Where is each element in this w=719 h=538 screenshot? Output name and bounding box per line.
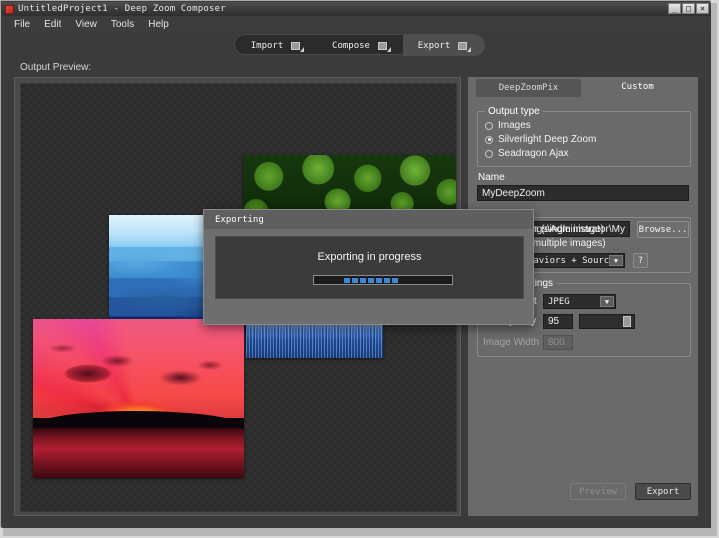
mode-toolbar: Import Compose Export — [2, 32, 711, 58]
tab-custom[interactable]: Custom — [585, 77, 690, 97]
quality-slider-thumb[interactable] — [623, 316, 631, 327]
image-width-input: 800 — [543, 335, 573, 350]
progress-block — [384, 278, 390, 283]
radio-silverlight-deep-zoom-indicator — [485, 135, 493, 144]
output-type-group: Output type Images Silverlight Deep Zoom… — [477, 106, 691, 167]
mode-import[interactable]: Import — [235, 35, 319, 56]
progress-block — [344, 278, 350, 283]
maximize-button[interactable]: □ — [682, 3, 695, 14]
application-window: UntitledProject1 - Deep Zoom Composer _ … — [0, 0, 719, 538]
menu-bar: File Edit View Tools Help — [2, 16, 711, 32]
name-input[interactable]: MyDeepZoom — [477, 185, 689, 201]
format-combo-value: JPEG — [548, 296, 570, 307]
radio-images-label: Images — [498, 120, 531, 131]
exporting-dialog-title: Exporting — [204, 210, 533, 229]
minimize-button[interactable]: _ — [668, 3, 681, 14]
title-bar[interactable]: UntitledProject1 - Deep Zoom Composer _ … — [2, 2, 711, 16]
export-icon — [458, 41, 472, 52]
radio-seadragon-ajax-label: Seadragon Ajax — [498, 148, 569, 159]
menu-item-edit[interactable]: Edit — [37, 18, 68, 31]
export-progress-bar — [313, 275, 453, 285]
radio-images[interactable]: Images — [485, 120, 531, 131]
window-controls: _ □ × — [668, 3, 709, 14]
quality-slider[interactable] — [579, 314, 635, 329]
mode-import-label: Import — [250, 40, 284, 51]
menu-item-tools[interactable]: Tools — [104, 18, 141, 31]
exporting-message: Exporting in progress — [317, 251, 422, 263]
mode-pill: Import Compose Export — [234, 34, 485, 56]
sunset-lake-photo[interactable] — [33, 319, 244, 478]
mode-compose[interactable]: Compose — [319, 35, 403, 56]
chevron-down-icon[interactable]: ▼ — [609, 255, 623, 266]
import-icon — [291, 41, 305, 52]
progress-block — [352, 278, 358, 283]
close-button[interactable]: × — [696, 3, 709, 14]
name-label: Name — [478, 172, 505, 183]
app-icon — [5, 4, 14, 14]
progress-block — [368, 278, 374, 283]
output-preview-label: Output Preview: — [20, 62, 92, 73]
menu-item-file[interactable]: File — [7, 18, 37, 31]
mode-export[interactable]: Export — [403, 35, 485, 56]
exporting-dialog: Exporting Exporting in progress — [203, 209, 534, 325]
radio-silverlight-deep-zoom-label: Silverlight Deep Zoom — [498, 134, 597, 145]
panel-tabs: DeepZoomPix Custom — [468, 77, 698, 97]
progress-block — [376, 278, 382, 283]
chevron-down-icon[interactable]: ▼ — [600, 296, 614, 307]
mode-export-label: Export — [417, 40, 451, 51]
format-combo[interactable]: JPEG ▼ — [543, 294, 616, 309]
progress-block — [360, 278, 366, 283]
radio-images-indicator — [485, 121, 493, 130]
preview-button: Preview — [570, 483, 626, 500]
menu-item-view[interactable]: View — [68, 18, 104, 31]
progress-block — [392, 278, 398, 283]
exporting-dialog-body: Exporting in progress — [215, 236, 524, 299]
radio-silverlight-deep-zoom[interactable]: Silverlight Deep Zoom — [485, 134, 596, 145]
export-button[interactable]: Export — [635, 483, 691, 500]
compose-icon — [377, 41, 391, 52]
menu-item-help[interactable]: Help — [141, 18, 176, 31]
window-title: UntitledProject1 - Deep Zoom Composer — [18, 4, 226, 14]
mode-compose-label: Compose — [332, 40, 370, 51]
quality-input[interactable]: 95 — [543, 314, 573, 329]
image-width-label: Image Width — [483, 337, 540, 348]
radio-seadragon-ajax[interactable]: Seadragon Ajax — [485, 148, 569, 159]
tab-deepzoompix[interactable]: DeepZoomPix — [476, 79, 581, 97]
template-help-button[interactable]: ? — [633, 253, 648, 268]
radio-seadragon-ajax-indicator — [485, 149, 493, 158]
output-type-title: Output type — [485, 106, 543, 117]
